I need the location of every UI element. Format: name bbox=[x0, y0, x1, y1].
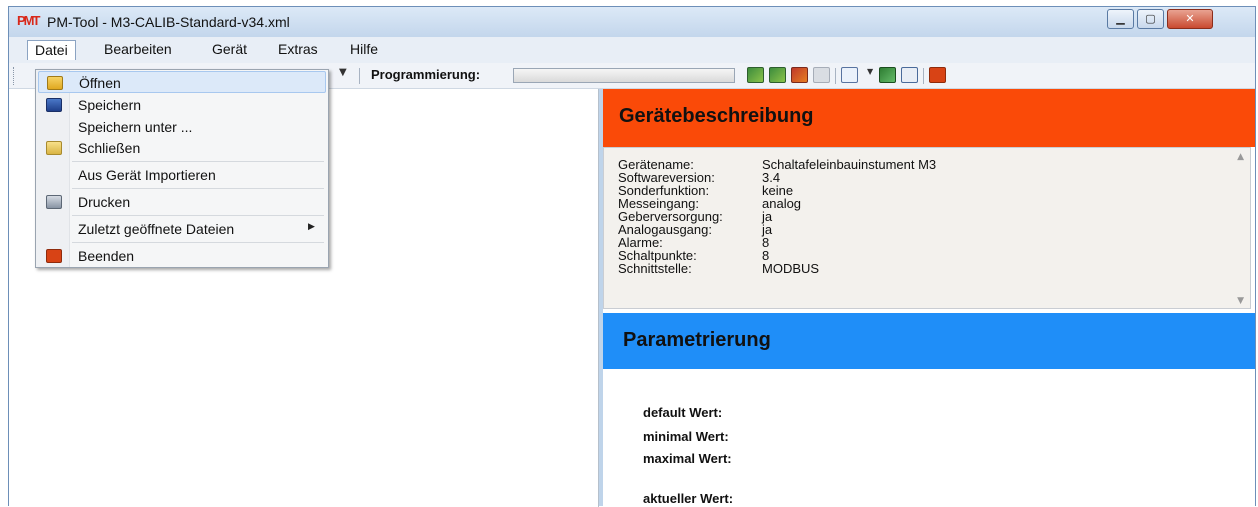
menu-separator bbox=[72, 161, 324, 162]
menu-separator bbox=[72, 188, 324, 189]
device-dropdown-arrow-icon[interactable]: ▼ bbox=[339, 67, 347, 78]
close-button[interactable]: ✕ bbox=[1167, 9, 1213, 29]
menu-item-label: Öffnen bbox=[79, 75, 121, 91]
read-device-icon[interactable] bbox=[747, 67, 764, 83]
menu-datei[interactable]: Datei bbox=[27, 40, 76, 60]
menu-separator bbox=[72, 242, 324, 243]
scroll-up-icon[interactable]: ▲ bbox=[1237, 152, 1244, 162]
toolbar-separator bbox=[923, 68, 924, 84]
desc-value: MODBUS bbox=[762, 261, 820, 276]
disconnect-device-icon[interactable] bbox=[791, 67, 808, 83]
parametrization-body: default Wert: minimal Wert: maximal Wert… bbox=[603, 369, 1255, 507]
menu-separator bbox=[72, 215, 324, 216]
menu-item-label: Zuletzt geöffnete Dateien bbox=[78, 221, 235, 237]
toolbar-separator bbox=[359, 68, 360, 84]
desc-key: Schnittstelle: bbox=[618, 261, 692, 276]
menu-item-label: Beenden bbox=[78, 248, 135, 264]
detail-panel: Gerätebeschreibung Gerätename: Schaltafe… bbox=[603, 89, 1255, 507]
programming-label: Programmierung: bbox=[371, 67, 481, 82]
maximize-button[interactable]: ▢ bbox=[1137, 9, 1164, 29]
chart-icon[interactable] bbox=[841, 67, 858, 83]
max-value-label: maximal Wert: bbox=[643, 451, 732, 466]
submenu-arrow-icon: ▶ bbox=[308, 222, 315, 232]
menu-item-speichern-unter[interactable]: Speichern unter ... bbox=[38, 116, 326, 138]
folder-open-icon bbox=[47, 76, 63, 90]
device-description-body: Gerätename: Schaltafeleinbauinstument M3… bbox=[603, 147, 1251, 309]
menu-geraet[interactable]: Gerät bbox=[205, 40, 254, 60]
desc-value: Schaltafeleinbauinstument M3 bbox=[762, 157, 937, 172]
device-description-title: Gerätebeschreibung bbox=[619, 105, 814, 127]
toolbar-separator bbox=[835, 68, 836, 84]
parametrization-header: Parametrierung bbox=[603, 313, 1255, 369]
device-description-header: Gerätebeschreibung bbox=[603, 89, 1255, 147]
menu-item-zuletzt-geoeffnete-dateien[interactable]: Zuletzt geöffnete Dateien ▶ bbox=[38, 218, 326, 240]
scroll-down-icon[interactable]: ▼ bbox=[1237, 296, 1244, 306]
write-device-icon[interactable] bbox=[769, 67, 786, 83]
minimize-button[interactable]: ▁ bbox=[1107, 9, 1134, 29]
menu-item-oeffnen[interactable]: Öffnen bbox=[38, 71, 326, 93]
datei-menu-dropdown: Öffnen Speichern Speichern unter ... Sch… bbox=[35, 69, 329, 268]
printer-icon bbox=[46, 195, 62, 209]
menu-extras[interactable]: Extras bbox=[271, 40, 325, 60]
window-title: PM-Tool - M3-CALIB-Standard-v34.xml bbox=[47, 14, 290, 30]
menu-item-drucken[interactable]: Drucken bbox=[38, 191, 326, 213]
power-icon bbox=[46, 249, 62, 263]
menu-item-label: Schließen bbox=[78, 140, 141, 156]
menu-item-beenden[interactable]: Beenden bbox=[38, 245, 326, 267]
connection-icon[interactable] bbox=[813, 67, 830, 83]
menu-hilfe[interactable]: Hilfe bbox=[343, 40, 385, 60]
folder-icon bbox=[46, 141, 62, 155]
title-bar[interactable]: PMT PM-Tool - M3-CALIB-Standard-v34.xml … bbox=[9, 7, 1255, 37]
default-value-label: default Wert: bbox=[643, 405, 723, 420]
menu-item-aus-geraet-importieren[interactable]: Aus Gerät Importieren bbox=[38, 164, 326, 186]
save-icon bbox=[46, 98, 62, 112]
menu-item-schliessen[interactable]: Schließen bbox=[38, 137, 326, 159]
app-logo-icon: PMT bbox=[17, 13, 40, 28]
menu-item-label: Aus Gerät Importieren bbox=[78, 167, 216, 183]
power-icon[interactable] bbox=[929, 67, 946, 83]
menu-bar: Datei Bearbeiten Gerät Extras Hilfe bbox=[9, 37, 1255, 63]
parametrization-title: Parametrierung bbox=[623, 329, 771, 351]
menu-item-speichern[interactable]: Speichern bbox=[38, 94, 326, 116]
table-icon[interactable] bbox=[901, 67, 918, 83]
toolbar-grip[interactable] bbox=[13, 67, 16, 85]
programming-progress-bar bbox=[513, 68, 735, 83]
chart-dropdown-icon[interactable]: ▼ bbox=[867, 67, 875, 83]
export-icon[interactable] bbox=[879, 67, 896, 83]
current-value-label: aktueller Wert: bbox=[643, 491, 734, 506]
menu-item-label: Speichern unter ... bbox=[78, 119, 193, 135]
min-value-label: minimal Wert: bbox=[643, 429, 729, 444]
menu-bearbeiten[interactable]: Bearbeiten bbox=[97, 40, 179, 60]
menu-item-label: Speichern bbox=[78, 97, 142, 113]
menu-item-label: Drucken bbox=[78, 194, 131, 210]
app-window: PMT PM-Tool - M3-CALIB-Standard-v34.xml … bbox=[8, 6, 1256, 507]
